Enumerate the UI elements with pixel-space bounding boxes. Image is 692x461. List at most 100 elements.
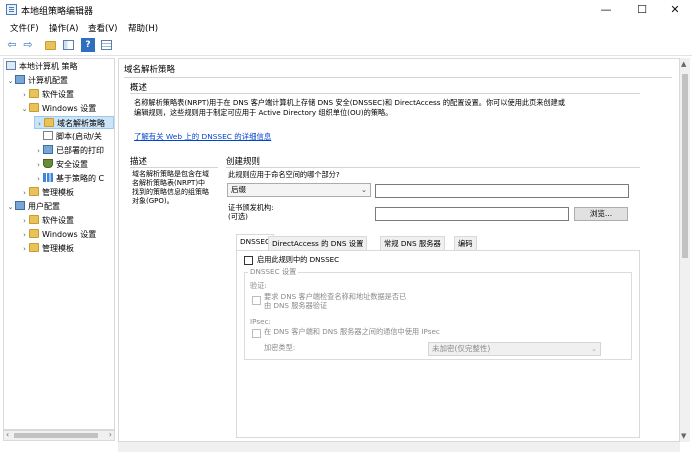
- overview-title: 概述: [130, 83, 148, 93]
- computer-icon: [15, 75, 25, 84]
- divider: [124, 77, 672, 78]
- window-title: 本地组策略编辑器: [21, 7, 94, 17]
- description-text: 域名解析策略是包含在域名解析策略表(NRPT)中找到的策略信息的组策略对象(GP…: [132, 170, 209, 205]
- tree-item-software-settings[interactable]: › 软件设置: [20, 88, 74, 101]
- tab-general-dns-server[interactable]: 常规 DNS 服务器: [380, 236, 445, 250]
- printer-icon: [43, 145, 53, 154]
- menu-action[interactable]: 操作(A): [49, 22, 78, 34]
- folder-icon: [29, 229, 39, 238]
- scroll-right-icon[interactable]: ›: [109, 430, 112, 439]
- cert-authority-input[interactable]: [375, 207, 569, 221]
- scrollbar-thumb[interactable]: [14, 433, 98, 438]
- forward-arrow-icon[interactable]: ⇨: [21, 38, 35, 52]
- expand-chevron-icon[interactable]: ›: [20, 243, 29, 256]
- folder-icon: [29, 103, 39, 112]
- tree-item-root[interactable]: 本地计算机 策略: [6, 60, 78, 73]
- properties-icon[interactable]: [99, 38, 113, 52]
- expanded-chevron-icon[interactable]: ⌄: [6, 201, 15, 214]
- close-button[interactable]: ✕: [660, 0, 690, 20]
- validation-line-2: 由 DNS 服务器验证: [264, 301, 328, 310]
- tree-item-name-resolution-policy[interactable]: › 域名解析策略: [34, 116, 114, 129]
- tree-item-admin-templates[interactable]: › 管理模板: [20, 186, 74, 199]
- tree-item-security-settings[interactable]: › 安全设置: [34, 158, 88, 171]
- cert-authority-optional: (可选): [228, 212, 248, 221]
- help-icon[interactable]: ?: [81, 38, 95, 52]
- scroll-down-icon[interactable]: ▼: [681, 432, 686, 440]
- tree-item-user-software-settings[interactable]: › 软件设置: [20, 214, 74, 227]
- divider: [130, 93, 640, 94]
- validation-title: 验证:: [250, 281, 267, 290]
- details-vertical-scrollbar[interactable]: ▲ ▼: [680, 58, 690, 442]
- tree-horizontal-scrollbar[interactable]: ‹ ›: [3, 430, 115, 441]
- namespace-type-select[interactable]: 后缀 ⌄: [227, 183, 371, 197]
- folder-icon: [44, 118, 54, 127]
- scrollbar-thumb[interactable]: [682, 74, 688, 258]
- divider: [226, 167, 640, 168]
- policy-editor-app-icon: [6, 4, 17, 15]
- policy-icon: [6, 61, 16, 70]
- tab-encoding[interactable]: 编码: [454, 236, 477, 250]
- menu-file[interactable]: 文件(F): [10, 22, 39, 34]
- overview-line-2: 编辑规则，这些规则用于制定可应用于 Active Directory 组织单位(…: [134, 108, 393, 117]
- menu-view[interactable]: 查看(V): [88, 22, 117, 34]
- encryption-type-label: 加密类型:: [264, 343, 296, 352]
- overview-line-1: 名称解析策略表(NRPT)用于在 DNS 客户端计算机上存储 DNS 安全(DN…: [134, 98, 566, 107]
- menu-bar: 文件(F) 操作(A) 查看(V) 帮助(H): [0, 20, 692, 36]
- chevron-down-icon: ⌄: [361, 186, 367, 194]
- folder-icon: [29, 187, 39, 196]
- tree-item-deployed-printers[interactable]: › 已部署的打印: [34, 144, 104, 157]
- create-rules-title: 创建规则: [226, 157, 261, 167]
- tree-item-computer-config[interactable]: ⌄ 计算机配置: [6, 74, 68, 87]
- expand-chevron-icon[interactable]: ›: [20, 89, 29, 102]
- tree-item-scripts[interactable]: 脚本(启动/关: [34, 130, 102, 143]
- ipsec-label: 在 DNS 客户端和 DNS 服务器之间的通信中使用 IPsec: [264, 327, 440, 336]
- back-arrow-icon[interactable]: ⇦: [5, 38, 19, 52]
- show-hide-tree-icon[interactable]: [61, 38, 75, 52]
- use-ipsec-checkbox[interactable]: [252, 329, 261, 338]
- maximize-button[interactable]: ☐: [627, 0, 657, 20]
- folder-icon: [29, 215, 39, 224]
- up-folder-icon[interactable]: [43, 38, 57, 52]
- divider: [130, 167, 218, 168]
- tree-item-windows-settings[interactable]: ⌄ Windows 设置: [20, 102, 96, 115]
- expand-chevron-icon[interactable]: ›: [34, 159, 43, 172]
- require-validation-checkbox[interactable]: [252, 296, 261, 305]
- encryption-type-select[interactable]: 未加密(仅完整性) ⌄: [428, 342, 601, 356]
- dnssec-settings-title: DNSSEC 设置: [248, 267, 299, 277]
- tab-directaccess-dns[interactable]: DirectAccess 的 DNS 设置: [268, 236, 368, 250]
- tree-item-user-config[interactable]: ⌄ 用户配置: [6, 200, 60, 213]
- expand-chevron-icon[interactable]: ›: [20, 187, 29, 200]
- expand-chevron-icon[interactable]: ›: [34, 145, 43, 158]
- expanded-chevron-icon[interactable]: ⌄: [6, 75, 15, 88]
- scroll-left-icon[interactable]: ‹: [6, 430, 9, 439]
- expand-chevron-icon[interactable]: ›: [34, 173, 43, 186]
- scroll-up-icon[interactable]: ▲: [681, 60, 686, 68]
- namespace-input[interactable]: [375, 184, 629, 198]
- ipsec-title: IPsec:: [250, 317, 271, 326]
- learn-more-link[interactable]: 了解有关 Web 上的 DNSSEC 的详细信息: [134, 131, 271, 142]
- security-icon: [43, 159, 53, 168]
- browse-button[interactable]: 浏览...: [574, 207, 628, 221]
- console-tree: 本地计算机 策略 ⌄ 计算机配置 › 软件设置 ⌄ Windows 设置 › 域名解析策…: [3, 58, 115, 430]
- user-icon: [15, 201, 25, 210]
- bar-chart-icon: [43, 173, 53, 182]
- folder-icon: [29, 89, 39, 98]
- enable-dnssec-checkbox[interactable]: [244, 256, 253, 265]
- script-icon: [43, 131, 53, 140]
- description-title: 描述: [130, 157, 148, 167]
- page-title: 域名解析策略: [124, 65, 176, 75]
- folder-icon: [29, 243, 39, 252]
- enable-dnssec-label: 启用此规则中的 DNSSEC: [257, 255, 340, 264]
- chevron-down-icon: ⌄: [591, 345, 597, 353]
- minimize-button[interactable]: —: [591, 0, 621, 20]
- tree-item-user-windows-settings[interactable]: › Windows 设置: [20, 228, 96, 241]
- expanded-chevron-icon[interactable]: ⌄: [20, 103, 29, 116]
- tree-item-policy-based-qos[interactable]: › 基于策略的 C: [34, 172, 104, 185]
- expand-chevron-icon[interactable]: ›: [20, 229, 29, 242]
- details-horizontal-scrollbar[interactable]: [118, 442, 680, 452]
- toolbar: ⇦ ⇨ ?: [0, 36, 692, 56]
- tree-item-user-admin-templates[interactable]: › 管理模板: [20, 242, 74, 255]
- expand-chevron-icon[interactable]: ›: [20, 215, 29, 228]
- menu-help[interactable]: 帮助(H): [128, 22, 158, 34]
- namespace-question: 此规则应用于命名空间的哪个部分?: [228, 170, 340, 179]
